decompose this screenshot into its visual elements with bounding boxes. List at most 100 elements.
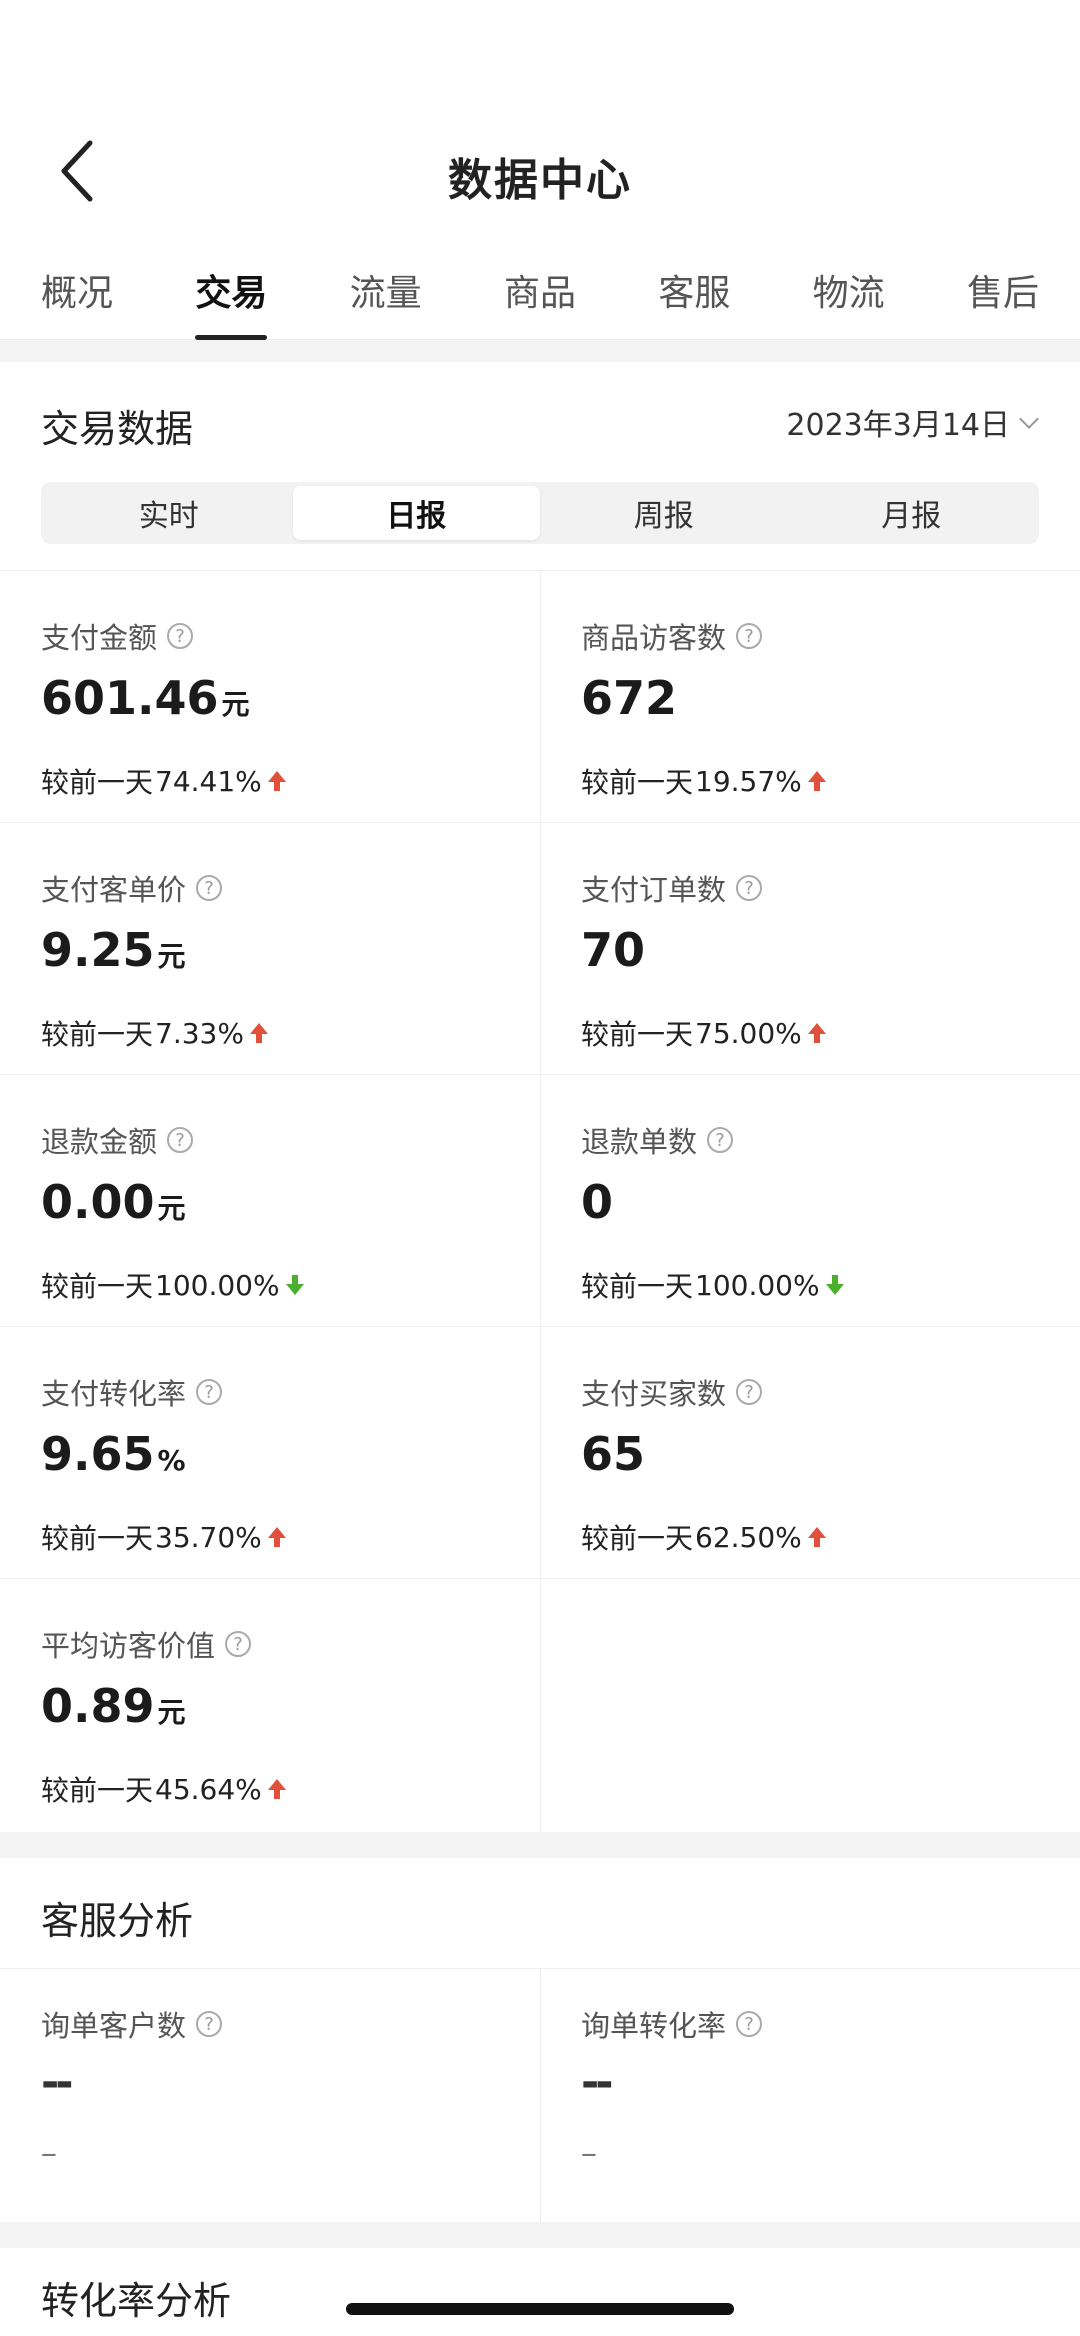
conversion-analysis-card: 转化率分析 (0, 2248, 1080, 2336)
segment-daily[interactable]: 日报 (292, 486, 540, 540)
compare-value: 75.00% (695, 1016, 802, 1050)
metric-value: 9.25 (41, 923, 155, 977)
compare-prefix: 较前一天 (41, 1522, 154, 1555)
help-icon[interactable]: ? (736, 623, 763, 649)
metric-unit: 元 (157, 940, 186, 973)
arrow-up-icon (267, 1779, 286, 1799)
tab-service[interactable]: 客服 (658, 250, 730, 340)
help-icon[interactable]: ? (736, 1379, 763, 1405)
metric-value-wrap: 9.25 元 (41, 923, 186, 977)
help-icon[interactable]: ? (196, 875, 223, 901)
metric-label-wrap: 询单转化率 ? (581, 2003, 763, 2045)
metric-value-wrap: 65 (581, 1427, 645, 1481)
metric-label-wrap: 平均访客价值 ? (41, 1623, 252, 1665)
help-icon[interactable]: ? (196, 2011, 223, 2037)
metric-label-wrap: 支付转化率 ? (41, 1371, 223, 1413)
metric-order-count[interactable]: 支付订单数 ? 70 较前一天 75.00% (540, 823, 1080, 1075)
metric-empty-cell (540, 1579, 1080, 1831)
segment-monthly[interactable]: 月报 (788, 486, 1036, 540)
metric-refund-amount[interactable]: 退款金额 ? 0.00 元 较前一天 100.00% (0, 1075, 540, 1327)
tab-logistics[interactable]: 物流 (813, 250, 885, 340)
segment-realtime[interactable]: 实时 (45, 486, 293, 540)
metric-compare: 较前一天 19.57% (581, 761, 828, 801)
compare-value: 7.33% (155, 1016, 244, 1050)
metric-value: 0.89 (41, 1679, 155, 1733)
arrow-down-icon (285, 1275, 304, 1295)
tab-traffic[interactable]: 流量 (350, 250, 422, 340)
metric-pay-amount[interactable]: 支付金额 ? 601.46 元 较前一天 74.41% (0, 571, 540, 823)
date-label: 2023年3月14日 (786, 408, 1010, 443)
metric-visitors[interactable]: 商品访客数 ? 672 较前一天 19.57% (540, 571, 1080, 823)
compare-prefix: 较前一天 (41, 1018, 154, 1051)
metric-value: 9.65 (41, 1427, 155, 1481)
metric-value: -- (41, 2057, 73, 2108)
metric-compare: 较前一天 7.33% (41, 1013, 270, 1053)
metric-value-wrap: 0 (581, 1175, 613, 1229)
compare-prefix: 较前一天 (581, 766, 694, 799)
help-icon[interactable]: ? (225, 1631, 252, 1657)
arrow-down-icon (825, 1275, 844, 1295)
page-title: 数据中心 (448, 155, 632, 206)
metric-label: 询单客户数 (41, 2009, 187, 2043)
metric-conversion-rate[interactable]: 支付转化率 ? 9.65 % 较前一天 35.70% (0, 1327, 540, 1579)
help-icon[interactable]: ? (707, 1127, 734, 1153)
arrow-up-icon (807, 1527, 826, 1547)
metric-value: 70 (581, 923, 646, 977)
section-title: 客服分析 (41, 1899, 194, 1943)
metric-label: 支付订单数 (581, 873, 727, 907)
metric-inquiry-customers[interactable]: 询单客户数 ? -- -- (0, 1969, 540, 2223)
metric-value-wrap: 672 (581, 671, 677, 725)
tab-goods[interactable]: 商品 (504, 250, 576, 340)
metric-label: 退款金额 (41, 1125, 158, 1159)
compare-prefix: 较前一天 (581, 1018, 694, 1051)
tab-overview[interactable]: 概况 (41, 250, 113, 340)
compare-value: 45.64% (155, 1772, 262, 1806)
metric-compare: 较前一天 100.00% (581, 1265, 846, 1305)
metric-value-wrap: 9.65 % (41, 1427, 186, 1481)
trade-data-card: 交易数据 2023年3月14日 实时 日报 周报 月报 支付金额 ? 601.4… (0, 362, 1080, 1832)
metric-value-wrap: 601.46 元 (41, 671, 250, 725)
help-icon[interactable]: ? (167, 1127, 194, 1153)
metric-value: 672 (581, 671, 678, 725)
help-icon[interactable]: ? (167, 623, 194, 649)
metric-avg-visitor-value[interactable]: 平均访客价值 ? 0.89 元 较前一天 45.64% (0, 1579, 540, 1831)
help-icon[interactable]: ? (196, 1379, 223, 1405)
compare-value: 35.70% (155, 1520, 262, 1554)
metric-value: 601.46 (41, 671, 219, 725)
arrow-up-icon (807, 771, 826, 791)
metric-label: 支付金额 (41, 621, 158, 655)
metric-compare: -- (581, 2139, 597, 2169)
tab-after-sales[interactable]: 售后 (967, 250, 1039, 340)
metric-inquiry-conversion[interactable]: 询单转化率 ? -- -- (540, 1969, 1080, 2223)
compare-value: 100.00% (695, 1268, 820, 1302)
metric-label-wrap: 支付客单价 ? (41, 867, 223, 909)
date-picker[interactable]: 2023年3月14日 (786, 400, 1039, 444)
metric-avg-order-price[interactable]: 支付客单价 ? 9.25 元 较前一天 7.33% (0, 823, 540, 1075)
metric-unit: 元 (157, 1696, 186, 1729)
metric-label-wrap: 询单客户数 ? (41, 2003, 223, 2045)
tab-trade[interactable]: 交易 (195, 250, 268, 340)
metric-value: 0 (581, 1175, 614, 1229)
metric-label-wrap: 支付订单数 ? (581, 867, 763, 909)
metric-label: 支付客单价 (41, 873, 187, 907)
period-segmented-control: 实时 日报 周报 月报 (41, 482, 1039, 544)
arrow-up-icon (807, 1023, 826, 1043)
metric-compare: 较前一天 35.70% (41, 1517, 288, 1557)
metric-value-wrap: 0.00 元 (41, 1175, 186, 1229)
service-metric-grid: 询单客户数 ? -- -- 询单转化率 ? -- -- (0, 1968, 1080, 2223)
home-indicator[interactable] (346, 2303, 734, 2315)
help-icon[interactable]: ? (736, 875, 763, 901)
metric-label-wrap: 商品访客数 ? (581, 615, 763, 657)
metric-compare: 较前一天 45.64% (41, 1769, 288, 1809)
metric-buyer-count[interactable]: 支付买家数 ? 65 较前一天 62.50% (540, 1327, 1080, 1579)
help-icon[interactable]: ? (736, 2011, 763, 2037)
metric-label-wrap: 退款金额 ? (41, 1119, 194, 1161)
compare-value: 100.00% (155, 1268, 280, 1302)
metric-compare: 较前一天 62.50% (581, 1517, 828, 1557)
metric-compare: 较前一天 100.00% (41, 1265, 306, 1305)
metric-label: 询单转化率 (581, 2009, 727, 2043)
metric-compare: -- (41, 2139, 57, 2169)
section-title: 转化率分析 (41, 2279, 232, 2323)
metric-refund-count[interactable]: 退款单数 ? 0 较前一天 100.00% (540, 1075, 1080, 1327)
segment-weekly[interactable]: 周报 (540, 486, 788, 540)
